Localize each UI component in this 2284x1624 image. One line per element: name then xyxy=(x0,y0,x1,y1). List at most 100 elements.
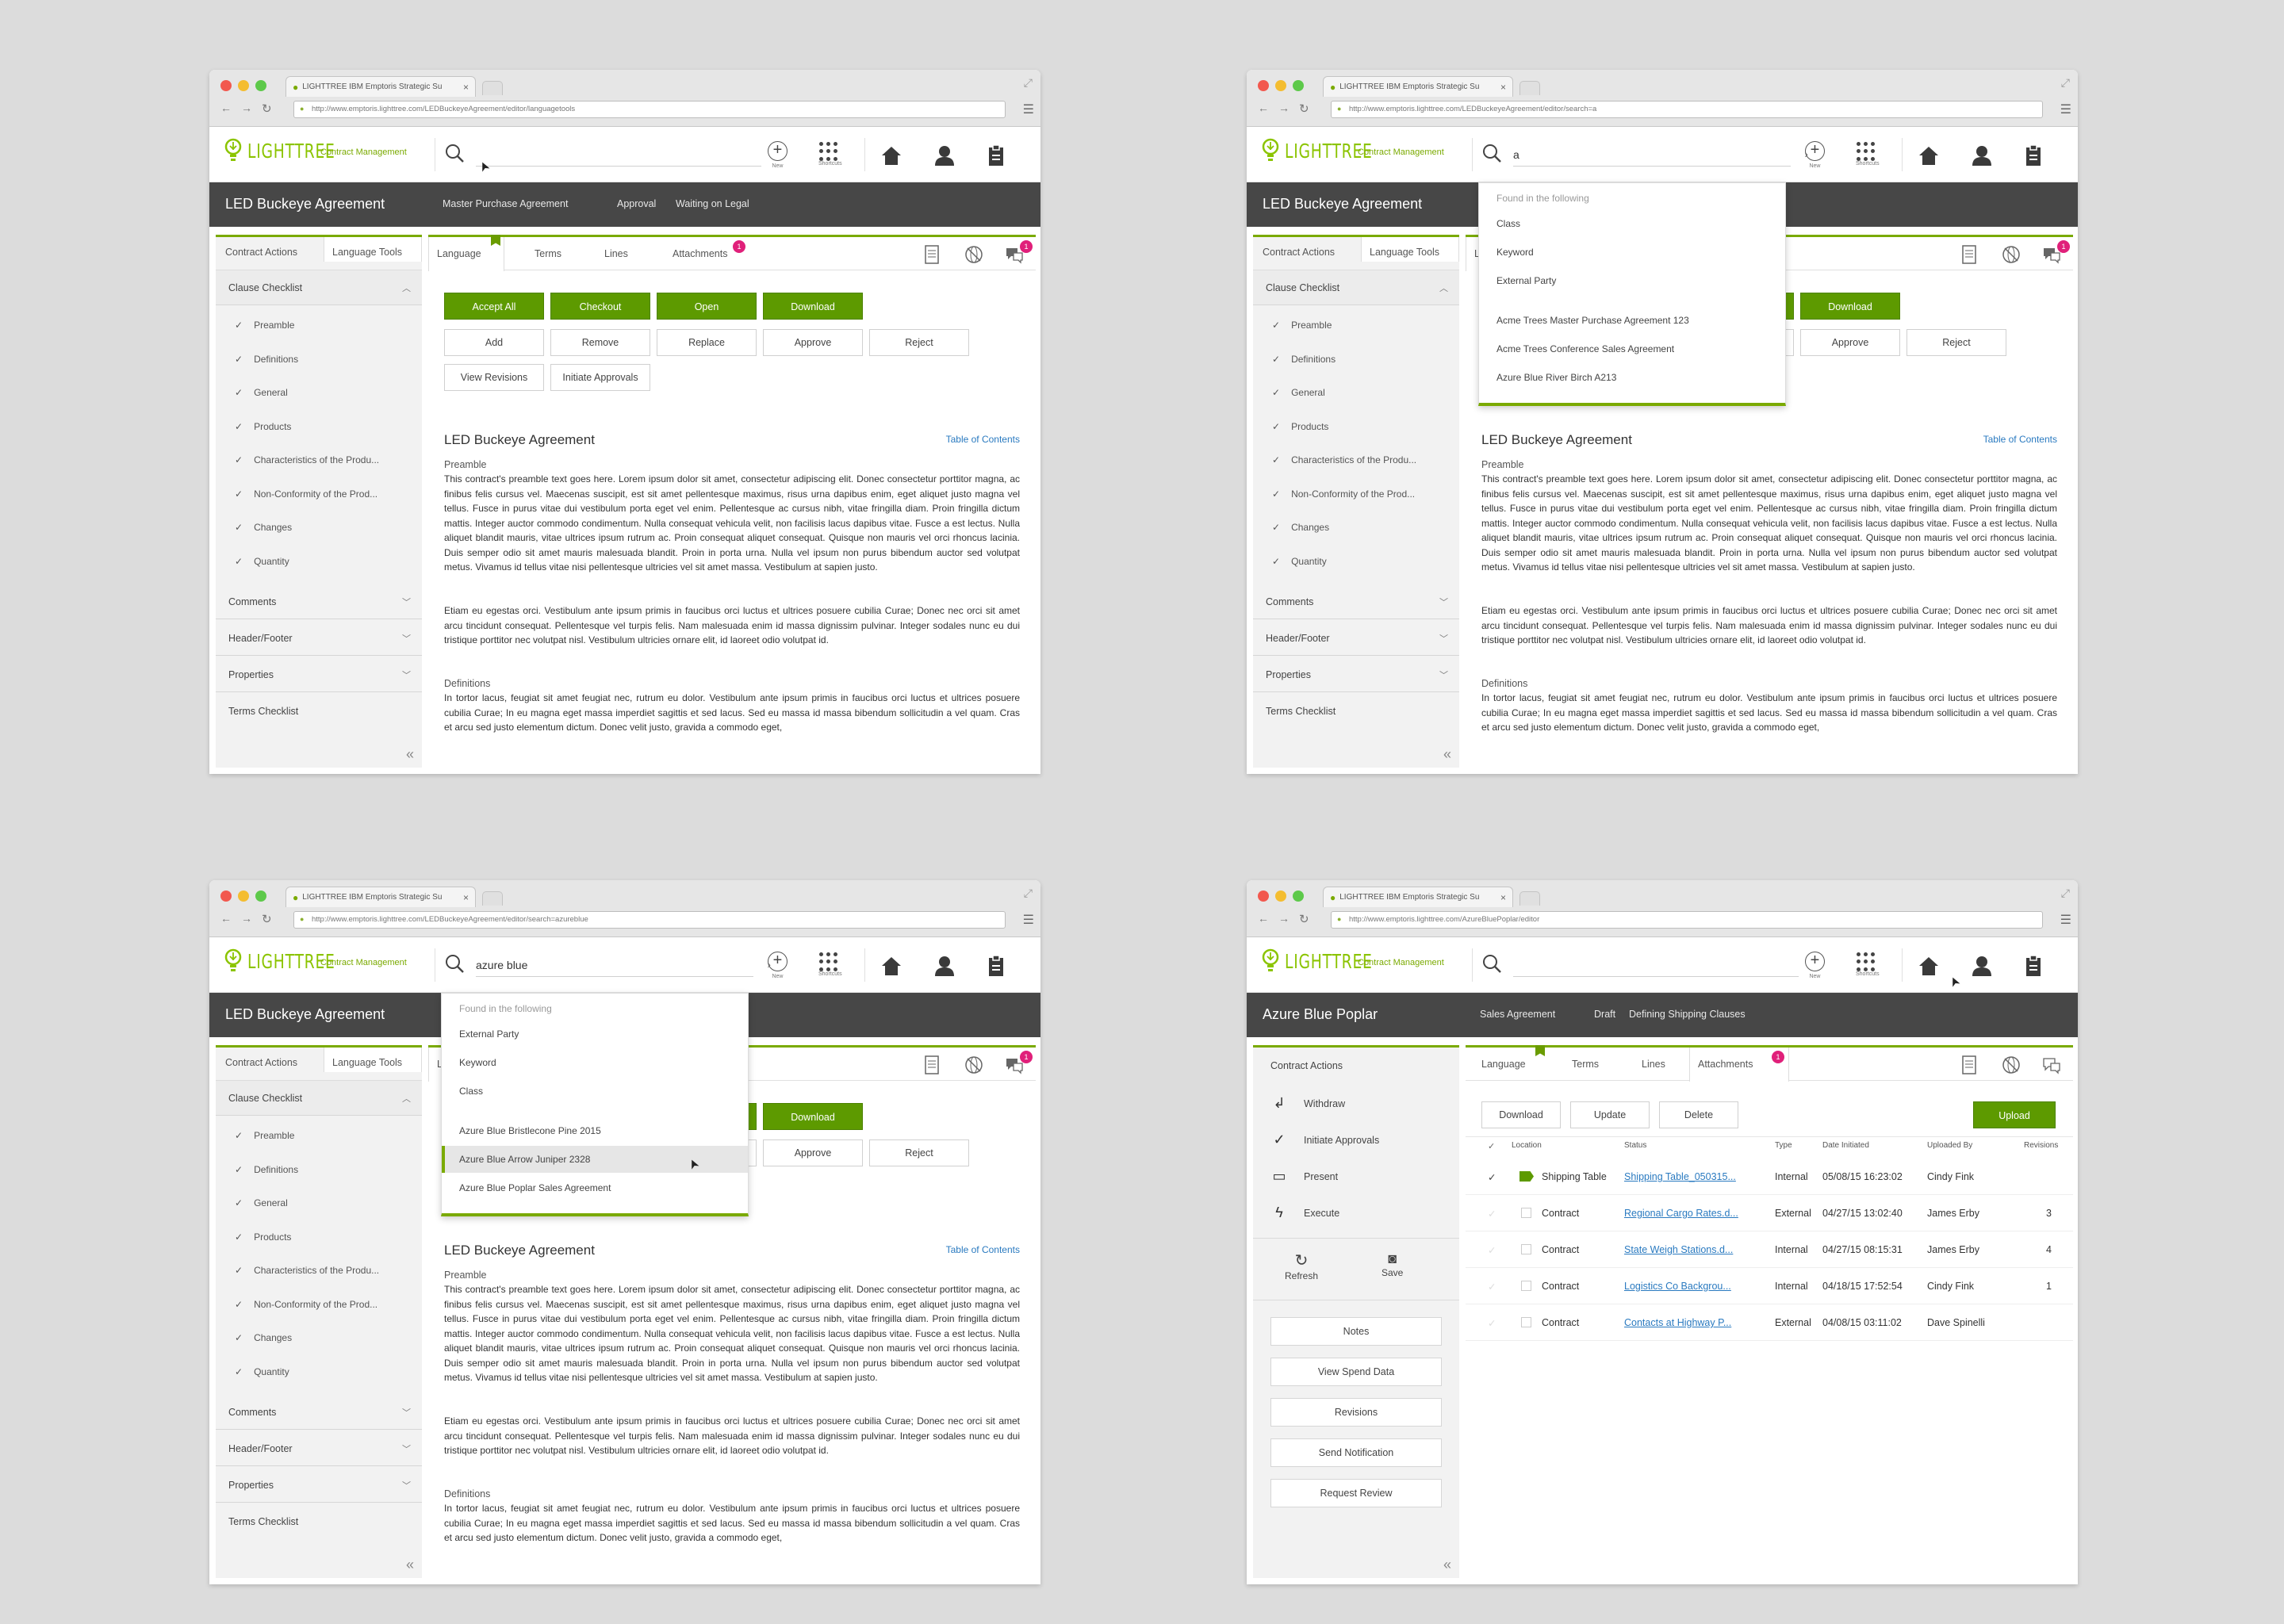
table-row[interactable]: ✓ Contract Logistics Co Backgrou... Interna… xyxy=(1466,1268,2073,1304)
column-header[interactable]: Status xyxy=(1624,1141,1646,1150)
close-window-button[interactable] xyxy=(220,80,232,91)
select-all-checkbox[interactable]: ✓ xyxy=(1488,1141,1495,1151)
browser-menu-icon[interactable]: ☰ xyxy=(1023,912,1034,928)
maximize-window-button[interactable] xyxy=(1293,80,1304,91)
section-properties[interactable]: Properties ﹀ xyxy=(1253,657,1459,692)
checklist-item[interactable]: ✓ Characteristics of the Produ... xyxy=(235,454,379,465)
user-icon[interactable] xyxy=(1972,144,1992,167)
reject-button[interactable]: Reject xyxy=(869,1139,969,1166)
table-row[interactable]: ✓ Contract Contacts at Highway P... Externa… xyxy=(1466,1304,2073,1341)
close-window-button[interactable] xyxy=(1258,80,1269,91)
section-header-footer[interactable]: Header/Footer ﹀ xyxy=(216,621,422,656)
upload-button[interactable]: Upload xyxy=(1973,1101,2056,1128)
section-comments[interactable]: Comments ﹀ xyxy=(216,1395,422,1430)
checklist-item[interactable]: ✓ Preamble xyxy=(1272,320,1332,331)
checklist-item[interactable]: ✓ Characteristics of the Produ... xyxy=(235,1265,379,1276)
withdraw-action[interactable]: ↲ Withdraw xyxy=(1270,1095,1345,1112)
search-result-item[interactable]: Acme Trees Master Purchase Agreement 123 xyxy=(1496,315,1689,326)
new-tab-button[interactable] xyxy=(1519,891,1540,906)
checklist-item[interactable]: ✓ Non-Conformity of the Prod... xyxy=(1272,488,1415,500)
row-check-icon[interactable]: ✓ xyxy=(1488,1244,1496,1256)
new-button[interactable]: + New xyxy=(1805,141,1825,169)
close-tab-icon[interactable]: × xyxy=(463,892,469,903)
address-bar[interactable]: ● http://www.emptoris.lighttree.com/LEDBu… xyxy=(1331,101,2043,118)
forward-icon[interactable]: → xyxy=(1278,102,1290,114)
clause-checklist-header[interactable]: Clause Checklist ︿ xyxy=(216,1081,422,1116)
maximize-window-button[interactable] xyxy=(255,80,266,91)
search-category-option[interactable]: External Party xyxy=(459,1028,519,1040)
search-icon[interactable] xyxy=(444,143,465,163)
search-result-item[interactable]: Azure Blue Bristlecone Pine 2015 xyxy=(459,1125,601,1136)
search-icon[interactable] xyxy=(1481,953,1502,974)
new-button[interactable]: + New xyxy=(768,952,788,979)
browser-tab[interactable]: ● LIGHTTREE IBM Emptoris Strategic Su × xyxy=(1323,76,1513,97)
approve-button[interactable]: Approve xyxy=(763,329,863,356)
accept-all-button[interactable]: Accept All xyxy=(444,293,544,320)
checklist-item[interactable]: ✓ General xyxy=(235,1197,288,1208)
update-button[interactable]: Update xyxy=(1570,1101,1650,1128)
cell-status[interactable]: Regional Cargo Rates.d... xyxy=(1624,1208,1738,1219)
tab-language-tools[interactable]: Language Tools xyxy=(324,1048,422,1072)
tab-language-tools[interactable]: Language Tools xyxy=(324,237,422,262)
checkout-button[interactable]: Checkout xyxy=(550,293,650,320)
forward-icon[interactable]: → xyxy=(241,912,252,925)
forward-icon[interactable]: → xyxy=(1278,912,1290,925)
fullscreen-icon[interactable]: ⤢ xyxy=(2061,76,2070,90)
back-icon[interactable]: ← xyxy=(220,102,232,114)
row-checkbox[interactable] xyxy=(1521,1208,1531,1218)
column-header[interactable]: Uploaded By xyxy=(1927,1141,1972,1150)
reload-icon[interactable]: ↻ xyxy=(262,912,272,926)
table-of-contents-link[interactable]: Table of Contents xyxy=(946,434,1020,445)
section-properties[interactable]: Properties ﹀ xyxy=(216,657,422,692)
minimize-window-button[interactable] xyxy=(238,80,249,91)
search-query[interactable]: azure blue xyxy=(476,959,527,971)
tab-terms[interactable]: Terms xyxy=(535,248,561,259)
fullscreen-icon[interactable]: ⤢ xyxy=(1024,76,1033,90)
search-category-option[interactable]: Class xyxy=(459,1086,483,1097)
column-header[interactable]: Location xyxy=(1512,1141,1542,1150)
globe-block-icon[interactable] xyxy=(2002,1055,2021,1074)
shortcuts-button[interactable]: Shortcuts xyxy=(818,141,842,167)
home-icon[interactable] xyxy=(880,144,902,167)
comments-icon[interactable] xyxy=(2041,1055,2062,1074)
table-of-contents-link[interactable]: Table of Contents xyxy=(1983,434,2057,445)
section-comments[interactable]: Comments ﹀ xyxy=(216,584,422,619)
search-category-option[interactable]: Keyword xyxy=(1496,247,1534,258)
checklist-item[interactable]: ✓ Products xyxy=(235,1231,291,1243)
shortcuts-button[interactable]: Shortcuts xyxy=(1856,141,1880,167)
clause-checklist-header[interactable]: Clause Checklist ︿ xyxy=(1253,270,1459,305)
checklist-item[interactable]: ✓ Non-Conformity of the Prod... xyxy=(235,488,377,500)
view-spend-data-button[interactable]: View Spend Data xyxy=(1270,1358,1442,1386)
close-window-button[interactable] xyxy=(220,891,232,902)
row-checkbox[interactable] xyxy=(1521,1281,1531,1291)
column-header[interactable]: Type xyxy=(1775,1141,1792,1150)
add-button[interactable]: Add xyxy=(444,329,544,356)
download-button[interactable]: Download xyxy=(763,1103,863,1130)
close-window-button[interactable] xyxy=(1258,891,1269,902)
close-tab-icon[interactable]: × xyxy=(463,82,469,93)
checklist-item[interactable]: ✓ Products xyxy=(235,421,291,432)
address-bar[interactable]: ● http://www.emptoris.lighttree.com/LEDBu… xyxy=(293,911,1006,929)
row-check-icon[interactable]: ✓ xyxy=(1488,1208,1496,1220)
present-action[interactable]: ▭ Present xyxy=(1270,1168,1338,1185)
request-review-button[interactable]: Request Review xyxy=(1270,1479,1442,1507)
tab-attachments[interactable]: Attachments xyxy=(673,248,727,259)
checklist-item[interactable]: ✓ Definitions xyxy=(1272,354,1336,365)
revisions-button[interactable]: Revisions xyxy=(1270,1398,1442,1427)
cell-status[interactable]: Contacts at Highway P... xyxy=(1624,1317,1731,1328)
refresh-button[interactable]: ↻ Refresh xyxy=(1285,1251,1318,1281)
table-row[interactable]: ✓ Contract Regional Cargo Rates.d... Extern… xyxy=(1466,1195,2073,1231)
column-header[interactable]: Date Initiated xyxy=(1822,1141,1869,1150)
address-bar[interactable]: ● http://www.emptoris.lighttree.com/Azure… xyxy=(1331,911,2043,929)
table-row[interactable]: ✓ Shipping Table Shipping Table_050315... I… xyxy=(1466,1159,2073,1195)
clipboard-icon[interactable] xyxy=(988,955,1004,977)
home-icon[interactable] xyxy=(1918,144,1940,167)
minimize-window-button[interactable] xyxy=(1275,80,1286,91)
checklist-item[interactable]: ✓ Changes xyxy=(235,522,292,533)
shortcuts-button[interactable]: Shortcuts xyxy=(1856,952,1880,977)
reload-icon[interactable]: ↻ xyxy=(1299,102,1309,116)
table-row[interactable]: ✓ Contract State Weigh Stations.d... Intern… xyxy=(1466,1231,2073,1268)
download-button[interactable]: Download xyxy=(1800,293,1900,320)
back-icon[interactable]: ← xyxy=(1258,912,1269,925)
tab-language-tools[interactable]: Language Tools xyxy=(1361,237,1459,262)
